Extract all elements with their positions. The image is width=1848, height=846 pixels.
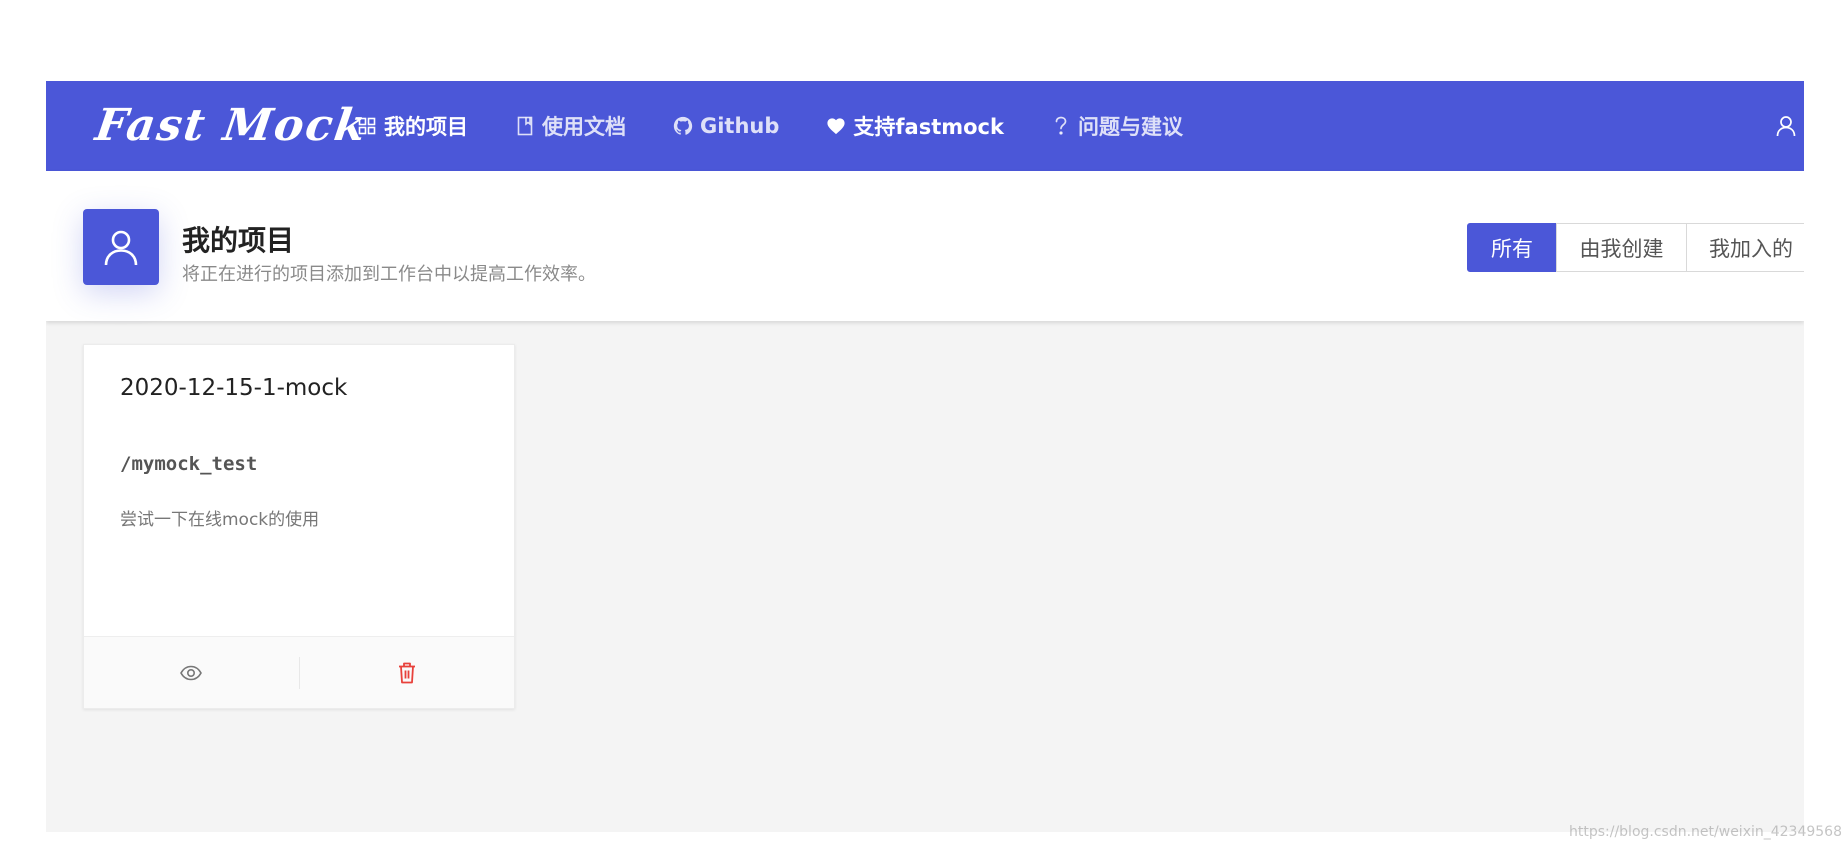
page-title: 我的项目 (182, 224, 295, 257)
avatar (83, 209, 159, 285)
eye-icon (180, 665, 203, 680)
watermark: https://blog.csdn.net/weixin_42349568 (1568, 824, 1842, 840)
project-card[interactable]: 2020-12-15-1-mock /mymock_test 尝试一下在线moc… (83, 344, 515, 709)
nav-item-feedback[interactable]: 问题与建议 (1050, 111, 1183, 141)
user-icon (104, 230, 138, 266)
nav-item-github[interactable]: Github (672, 114, 779, 138)
filter-tab-all[interactable]: 所有 (1467, 223, 1557, 272)
page-header: 我的项目 将正在进行的项目添加到工作台中以提高工作效率。 所有 由我创建 我加入… (46, 171, 1804, 321)
card-actions (84, 636, 514, 708)
project-name[interactable]: 2020-12-15-1-mock (120, 375, 347, 401)
project-description: 尝试一下在线mock的使用 (120, 510, 320, 530)
nav-menu: 我的项目 使用文档 Github 支持fastmock 问题与建议 (356, 81, 1229, 171)
project-filter-tabs: 所有 由我创建 我加入的 (1467, 223, 1804, 272)
nav-item-label: 我的项目 (384, 115, 468, 139)
delete-project-button[interactable] (300, 637, 515, 709)
view-project-button[interactable] (84, 637, 299, 709)
nav-item-my-projects[interactable]: 我的项目 (356, 111, 468, 141)
heart-icon (825, 115, 847, 137)
nav-item-label: 问题与建议 (1077, 115, 1183, 139)
filter-tab-joined[interactable]: 我加入的 (1686, 223, 1804, 272)
nav-item-label: 支持fastmock (853, 115, 1004, 139)
trash-icon (398, 662, 415, 683)
top-navbar: Fast Mock 我的项目 使用文档 Github 支持fastmock 问题… (46, 81, 1804, 171)
project-base-path: /mymock_test (120, 453, 258, 475)
question-icon (1050, 115, 1072, 137)
github-icon (672, 115, 694, 137)
page-subtitle: 将正在进行的项目添加到工作台中以提高工作效率。 (182, 264, 596, 285)
grid-icon (356, 115, 378, 137)
user-icon[interactable] (1774, 114, 1798, 138)
app-window: Fast Mock 我的项目 使用文档 Github 支持fastmock 问题… (46, 81, 1804, 832)
fastmock-logo[interactable]: Fast Mock (92, 97, 371, 153)
book-icon (514, 115, 536, 137)
filter-tab-created-by-me[interactable]: 由我创建 (1556, 223, 1687, 272)
nav-item-support[interactable]: 支持fastmock (825, 111, 1004, 141)
nav-item-label: Github (700, 114, 780, 138)
nav-item-label: 使用文档 (542, 115, 626, 139)
nav-item-docs[interactable]: 使用文档 (514, 111, 626, 141)
